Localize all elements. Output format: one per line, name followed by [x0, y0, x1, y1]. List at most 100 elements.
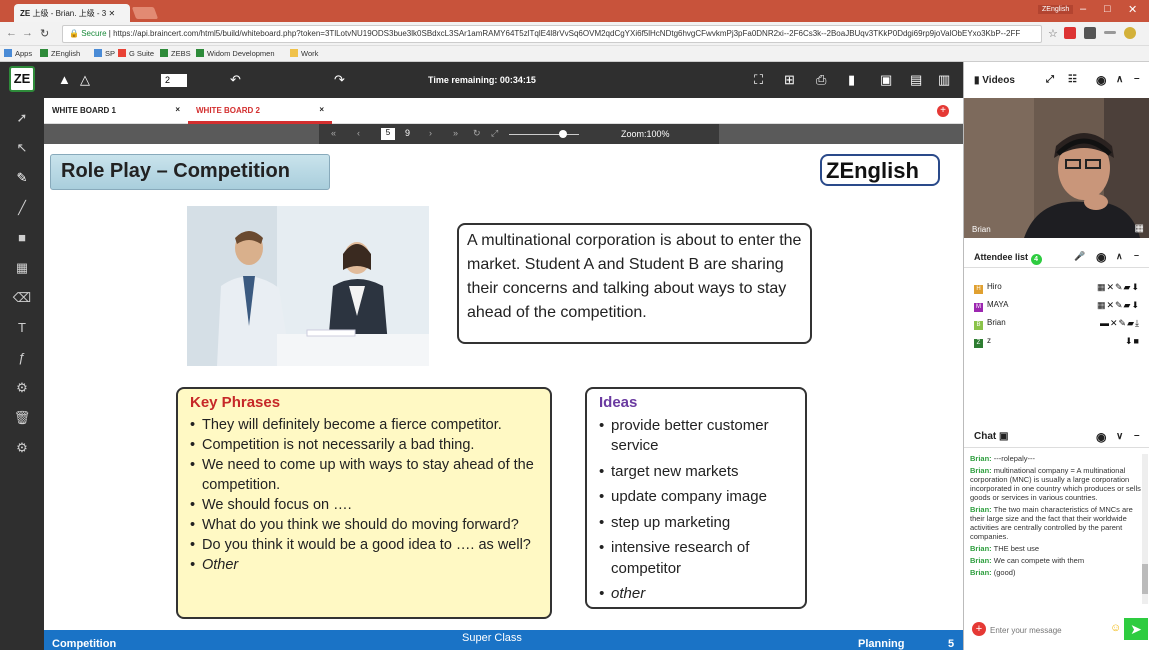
- chevron-up-icon[interactable]: ∧: [1116, 74, 1123, 85]
- chevron-up-icon[interactable]: ∧: [1116, 251, 1123, 262]
- close-icon[interactable]: ×: [175, 105, 180, 114]
- mute-all-icon[interactable]: 🎤: [1074, 251, 1085, 262]
- attendee-controls[interactable]: ▦✕✎▰⬇: [1097, 282, 1140, 293]
- settings-tool-icon[interactable]: ⚙: [0, 376, 44, 400]
- tab-whiteboard-2[interactable]: WHITE BOARD 2 ×: [188, 98, 332, 124]
- pen-tool-icon[interactable]: ✎: [0, 166, 44, 190]
- attendee-controls[interactable]: ▬✕✎▰⤓: [1100, 318, 1140, 329]
- presentation-icon[interactable]: ⊞: [784, 72, 795, 88]
- print-icon[interactable]: ⎙: [816, 72, 826, 88]
- grid-icon[interactable]: ▦: [1135, 223, 1144, 234]
- grid-tool-icon[interactable]: ▦: [0, 256, 44, 280]
- eye-icon[interactable]: ◉: [1096, 430, 1106, 444]
- bookmark-work[interactable]: Work: [290, 49, 318, 58]
- stroke-size-input[interactable]: 2: [161, 74, 187, 87]
- chat-input-row: + ☺ ➤: [970, 618, 1149, 644]
- add-whiteboard-button[interactable]: +: [937, 105, 949, 117]
- bookmark-zebs[interactable]: ZEBS: [160, 49, 191, 58]
- next-page-icon[interactable]: ›: [429, 128, 432, 138]
- formula-tool-icon[interactable]: ƒ: [0, 346, 44, 370]
- browser-tab[interactable]: ZE 上级 - Brian. 上级 - 3 ✕: [14, 4, 130, 22]
- extension-icon[interactable]: [1124, 27, 1136, 39]
- extension-icon[interactable]: [1104, 31, 1116, 34]
- chat-scrollbar[interactable]: [1142, 454, 1148, 604]
- attendee-controls[interactable]: ▦✕✎▰⬇: [1097, 300, 1140, 311]
- pointer-tool-icon[interactable]: ➚: [0, 106, 44, 130]
- expand-icon[interactable]: ⤢: [1046, 74, 1054, 85]
- current-page-input[interactable]: 5: [381, 128, 395, 140]
- new-tab-button[interactable]: [131, 7, 159, 19]
- prev-page-icon[interactable]: ‹: [357, 128, 360, 138]
- scenario-description: A multinational corporation is about to …: [457, 223, 812, 344]
- chat-message: Brian: multinational company = A multina…: [970, 466, 1141, 502]
- chat-message-input[interactable]: [990, 621, 1108, 639]
- last-page-icon[interactable]: »: [453, 128, 458, 138]
- send-button[interactable]: ➤: [1124, 618, 1148, 640]
- trash-tool-icon[interactable]: 🗑: [0, 406, 44, 430]
- emoji-icon[interactable]: ☺: [1110, 622, 1121, 634]
- chevron-down-icon[interactable]: ∨: [1116, 431, 1123, 442]
- zenglish-logo: ZEnglish: [820, 154, 940, 186]
- attendee-controls[interactable]: ⬇■: [1125, 336, 1140, 347]
- attendee-row[interactable]: B Brian ▬✕✎▰⤓: [974, 318, 1144, 332]
- undo-icon[interactable]: ↶: [230, 72, 241, 88]
- extension-icon[interactable]: [1064, 27, 1076, 39]
- redo-icon[interactable]: ↷: [334, 72, 345, 88]
- minimize-panel-icon[interactable]: –: [1134, 250, 1139, 260]
- minimize-panel-icon[interactable]: –: [1134, 73, 1140, 84]
- attendee-list-title: Attendee list: [974, 252, 1029, 262]
- scrollbar-thumb[interactable]: [1142, 564, 1148, 594]
- attendee-row[interactable]: H Hiro ▦✕✎▰⬇: [974, 282, 1144, 296]
- attendee-row[interactable]: M MAYA ▦✕✎▰⬇: [974, 300, 1144, 314]
- fit-icon[interactable]: ⤢: [491, 128, 498, 139]
- left-toolbar: ZE ➚ ↖ ✎ ╱ ■ ▦ ⌫ T ƒ ⚙ 🗑 ⚙: [0, 62, 44, 650]
- table-icon[interactable]: ▤: [910, 72, 922, 88]
- bookmark-star-icon[interactable]: ☆: [1048, 27, 1058, 40]
- zoom-slider-track[interactable]: [509, 134, 579, 135]
- fill-color-icon[interactable]: ▲: [58, 72, 71, 87]
- tab-whiteboard-1[interactable]: WHITE BOARD 1 ×: [44, 98, 188, 124]
- video-file-icon[interactable]: ▥: [938, 72, 950, 88]
- fullscreen-icon[interactable]: ⛶: [754, 72, 763, 88]
- back-icon[interactable]: ←: [6, 27, 17, 39]
- bookmark-gsuite[interactable]: G Suite: [118, 49, 154, 58]
- bookmark-widom[interactable]: Widom Developmen: [196, 49, 275, 58]
- secure-label: Secure: [81, 29, 107, 38]
- bookmark-zenglish[interactable]: ZEnglish: [40, 49, 80, 58]
- image-icon[interactable]: ▣: [880, 72, 892, 88]
- participant-video[interactable]: Brian ▦: [964, 98, 1149, 238]
- bookmark-apps[interactable]: Apps: [4, 49, 32, 58]
- forward-icon[interactable]: →: [22, 27, 33, 39]
- close-icon[interactable]: ×: [319, 105, 324, 114]
- extension-icon[interactable]: [1084, 27, 1096, 39]
- close-window-icon[interactable]: ✕: [1128, 3, 1137, 16]
- shape-tool-icon[interactable]: ■: [0, 226, 44, 250]
- minimize-icon[interactable]: –: [1080, 3, 1086, 15]
- url-input[interactable]: 🔒 Secure | https://api.braincert.com/htm…: [62, 25, 1042, 43]
- select-tool-icon[interactable]: ↖: [0, 136, 44, 160]
- chart-icon[interactable]: ▮: [848, 72, 855, 88]
- refresh-icon[interactable]: ↻: [473, 128, 481, 139]
- eye-icon[interactable]: ◉: [1096, 250, 1106, 264]
- text-tool-icon[interactable]: T: [0, 316, 44, 340]
- window-profile-label: ZEnglish: [1038, 5, 1074, 14]
- bookmark-sp[interactable]: SP: [94, 49, 115, 58]
- add-attachment-button[interactable]: +: [972, 622, 986, 636]
- eye-icon[interactable]: ◉: [1096, 73, 1106, 87]
- chat-message: Brian: We can compete with them: [970, 556, 1085, 565]
- gear-icon[interactable]: ⚙: [0, 436, 44, 460]
- maximize-icon[interactable]: □: [1104, 3, 1111, 15]
- tab-close-icon[interactable]: ✕: [109, 9, 116, 18]
- first-page-icon[interactable]: «: [331, 128, 336, 138]
- save-icon[interactable]: ▣: [999, 431, 1008, 442]
- line-tool-icon[interactable]: ╱: [0, 196, 44, 220]
- zoom-slider-handle[interactable]: [559, 130, 567, 138]
- stroke-color-icon[interactable]: △: [80, 72, 90, 88]
- reload-icon[interactable]: ↻: [40, 27, 49, 40]
- minimize-panel-icon[interactable]: –: [1134, 430, 1140, 441]
- layout-icon[interactable]: ☷: [1068, 74, 1077, 85]
- eraser-tool-icon[interactable]: ⌫: [0, 286, 44, 310]
- attendee-row[interactable]: Zz ⬇■: [974, 336, 1144, 350]
- whiteboard-canvas[interactable]: Role Play – Competition ZEnglish A multi…: [44, 144, 963, 630]
- list-item: intensive research of competitor: [599, 538, 793, 579]
